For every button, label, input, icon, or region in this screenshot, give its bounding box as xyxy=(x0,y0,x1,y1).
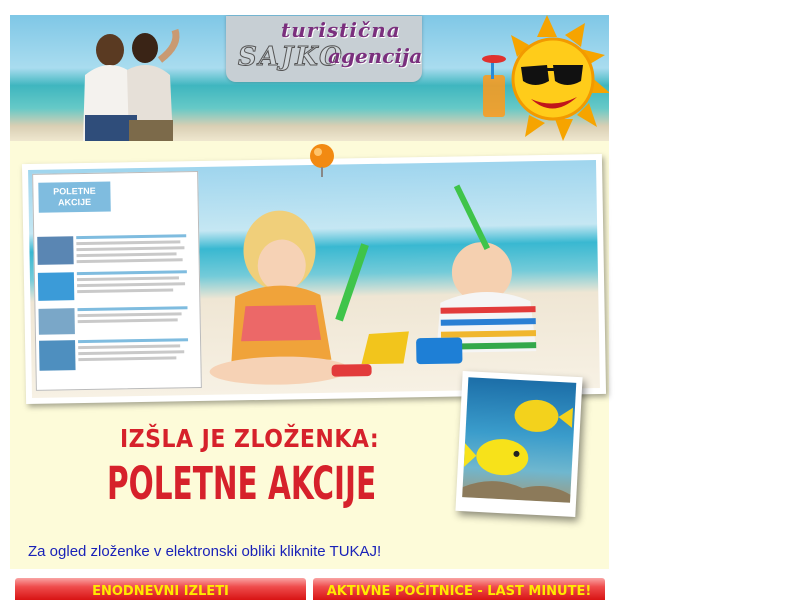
photo-scene: POLETNE AKCIJE xyxy=(28,160,600,398)
brochure-row xyxy=(76,252,177,258)
brochure-row xyxy=(76,258,183,264)
sun-mascot-icon xyxy=(482,15,609,141)
brochure-image xyxy=(39,340,76,371)
brochure-row xyxy=(76,270,187,276)
brochure-thumbnail[interactable]: POLETNE AKCIJE xyxy=(32,171,202,391)
beach-kids-photo[interactable]: POLETNE AKCIJE xyxy=(21,153,607,405)
brochure-row xyxy=(76,234,187,240)
couple-photo xyxy=(83,28,180,141)
day-trips-button[interactable]: ENODNEVNI IZLETI xyxy=(15,578,306,600)
tropical-fish-photo xyxy=(455,370,583,518)
pushpin-icon xyxy=(310,144,334,177)
promo-title: POLETNE AKCIJE xyxy=(107,459,377,511)
brochure-row xyxy=(77,282,186,288)
header-banner: turistična SAJKO agencija xyxy=(10,15,609,141)
brochure-link[interactable]: Za ogled zloženke v elektronski obliki k… xyxy=(28,543,381,560)
brochure-row xyxy=(76,246,185,252)
fish-illustration xyxy=(462,399,573,503)
brochure-image xyxy=(38,308,75,335)
fish-scene xyxy=(462,377,577,503)
brochure-image xyxy=(37,272,75,301)
brochure-row xyxy=(77,306,188,312)
brochure-row xyxy=(77,312,182,318)
brochure-row xyxy=(78,344,181,350)
brochure-image xyxy=(37,236,74,265)
brochure-row xyxy=(76,240,181,246)
brochure-row xyxy=(78,350,185,356)
flyer-panel: POLETNE AKCIJE IZŠLA JE ZLOŽENKA: POLETN… xyxy=(10,141,609,569)
brochure-title: POLETNE AKCIJE xyxy=(38,181,111,213)
brochure-row xyxy=(78,356,177,362)
agency-logo[interactable]: turistična SAJKO agencija xyxy=(226,16,422,82)
brochure-row xyxy=(78,338,189,344)
logo-tagline-top: turistična xyxy=(281,18,401,42)
logo-tagline-bottom: agencija xyxy=(328,44,423,68)
announcement-heading: IZŠLA JE ZLOŽENKA: xyxy=(120,425,380,454)
brochure-row xyxy=(77,288,174,294)
brochure-row xyxy=(76,276,179,282)
active-holidays-button[interactable]: AKTIVNE POČITNICE - LAST MINUTE! xyxy=(313,578,605,600)
brochure-row xyxy=(77,318,178,324)
